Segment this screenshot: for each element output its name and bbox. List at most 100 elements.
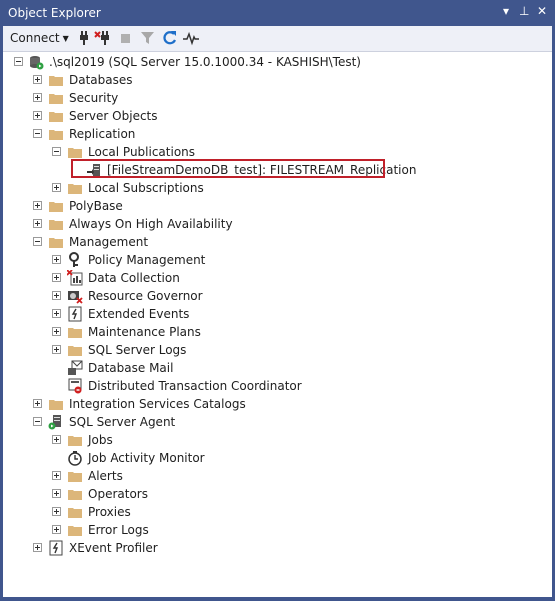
expand-toggle[interactable] xyxy=(52,309,61,318)
tree-node-label: Integration Services Catalogs xyxy=(69,397,246,411)
tree-node-always-on[interactable]: Always On High Availability xyxy=(3,215,543,233)
tree-node-label: XEvent Profiler xyxy=(69,541,158,555)
tree-node-label: .\sql2019 (SQL Server 15.0.1000.34 - KAS… xyxy=(49,55,361,69)
folder-icon xyxy=(67,432,83,448)
tree-node-data-collection[interactable]: Data Collection xyxy=(3,269,543,287)
tree-node-error-logs[interactable]: Error Logs xyxy=(3,521,543,539)
connect-button[interactable]: Connect ▼ xyxy=(10,31,69,45)
highlight-box xyxy=(71,159,385,178)
folder-icon xyxy=(48,126,64,142)
tree-node-label: Databases xyxy=(69,73,133,87)
expand-toggle[interactable] xyxy=(52,183,61,192)
expand-toggle[interactable] xyxy=(33,399,42,408)
job-activity-monitor-icon xyxy=(67,450,83,466)
expand-toggle[interactable] xyxy=(52,525,61,534)
expand-toggle[interactable] xyxy=(52,327,61,336)
tree-node-polybase[interactable]: PolyBase xyxy=(3,197,543,215)
folder-icon xyxy=(67,522,83,538)
tree-node-label: Job Activity Monitor xyxy=(88,451,205,465)
folder-icon xyxy=(67,504,83,520)
tree-node-label: Policy Management xyxy=(88,253,206,267)
expand-toggle[interactable] xyxy=(52,255,61,264)
collapse-toggle[interactable] xyxy=(14,57,23,66)
expand-toggle[interactable] xyxy=(52,507,61,516)
tree-node-policy-management[interactable]: Policy Management xyxy=(3,251,543,269)
filter-icon[interactable] xyxy=(139,29,157,47)
folder-icon xyxy=(48,108,64,124)
extended-events-icon xyxy=(67,306,83,322)
disconnect-icon[interactable] xyxy=(94,29,112,47)
collapse-toggle[interactable] xyxy=(33,129,42,138)
refresh-icon[interactable] xyxy=(161,29,179,47)
tree-node-label: Alerts xyxy=(88,469,123,483)
tree-node-jobs[interactable]: Jobs xyxy=(3,431,543,449)
tree-node-replication[interactable]: Replication xyxy=(3,125,543,143)
tree-node-label: PolyBase xyxy=(69,199,123,213)
xevent-profiler-icon xyxy=(48,540,64,556)
tree-node-extended-events[interactable]: Extended Events xyxy=(3,305,543,323)
tree-node-sql-server-agent[interactable]: SQL Server Agent xyxy=(3,413,543,431)
folder-icon xyxy=(48,216,64,232)
folder-icon xyxy=(48,90,64,106)
tree-node-label: Security xyxy=(69,91,119,105)
expand-toggle[interactable] xyxy=(33,219,42,228)
tree-node-server-objects[interactable]: Server Objects xyxy=(3,107,543,125)
tree-node-maintenance-plans[interactable]: Maintenance Plans xyxy=(3,323,543,341)
folder-icon xyxy=(48,72,64,88)
tree-node-operators[interactable]: Operators xyxy=(3,485,543,503)
tree-node-label: Always On High Availability xyxy=(69,217,233,231)
folder-icon xyxy=(67,486,83,502)
folder-icon xyxy=(67,342,83,358)
expand-toggle[interactable] xyxy=(33,543,42,552)
expand-toggle[interactable] xyxy=(52,273,61,282)
expand-toggle[interactable] xyxy=(33,75,42,84)
tree-node-label: Local Publications xyxy=(88,145,196,159)
tree-node-xevent-profiler[interactable]: XEvent Profiler xyxy=(3,539,543,557)
tree-node-alerts[interactable]: Alerts xyxy=(3,467,543,485)
expand-toggle[interactable] xyxy=(52,489,61,498)
auto-hide-pin-icon[interactable]: ⊥ xyxy=(519,4,529,18)
dtc-icon xyxy=(67,378,83,394)
tree-node-label: Replication xyxy=(69,127,136,141)
tree-node-server[interactable]: .\sql2019 (SQL Server 15.0.1000.34 - KAS… xyxy=(3,53,543,71)
tree-node-label: Server Objects xyxy=(69,109,158,123)
connect-label: Connect xyxy=(10,31,60,45)
tree-node-integration-services[interactable]: Integration Services Catalogs xyxy=(3,395,543,413)
expand-toggle[interactable] xyxy=(52,345,61,354)
expand-toggle[interactable] xyxy=(33,201,42,210)
tree-node-label: Management xyxy=(69,235,149,249)
close-icon[interactable]: ✕ xyxy=(537,4,547,18)
expand-toggle[interactable] xyxy=(52,471,61,480)
tree-node-management[interactable]: Management xyxy=(3,233,543,251)
tree-node-job-activity-monitor[interactable]: Job Activity Monitor xyxy=(3,449,543,467)
expand-toggle[interactable] xyxy=(52,435,61,444)
tree-node-dtc[interactable]: Distributed Transaction Coordinator xyxy=(3,377,543,395)
window-menu-icon[interactable]: ▾ xyxy=(503,4,509,18)
tree-node-database-mail[interactable]: Database Mail xyxy=(3,359,543,377)
tree-node-label: Operators xyxy=(88,487,148,501)
tree-node-local-subscriptions[interactable]: Local Subscriptions xyxy=(3,179,543,197)
expand-toggle[interactable] xyxy=(52,291,61,300)
database-mail-icon xyxy=(67,360,83,376)
collapse-toggle[interactable] xyxy=(33,417,42,426)
expand-toggle[interactable] xyxy=(33,93,42,102)
connect-plug-icon[interactable] xyxy=(74,29,92,47)
expand-toggle[interactable] xyxy=(33,111,42,120)
window-frame-bottom xyxy=(0,597,555,601)
collapse-toggle[interactable] xyxy=(33,237,42,246)
sql-agent-running-icon xyxy=(48,414,64,430)
tree-node-security[interactable]: Security xyxy=(3,89,543,107)
stop-icon[interactable] xyxy=(117,29,135,47)
server-running-icon xyxy=(28,54,44,70)
collapse-toggle[interactable] xyxy=(52,147,61,156)
tree-node-databases[interactable]: Databases xyxy=(3,71,543,89)
policy-icon xyxy=(67,252,83,268)
tree-node-resource-governor[interactable]: Resource Governor xyxy=(3,287,543,305)
tree-node-proxies[interactable]: Proxies xyxy=(3,503,543,521)
activity-monitor-icon[interactable] xyxy=(182,29,200,47)
tree-node-label: SQL Server Logs xyxy=(88,343,187,357)
tree-node-sql-server-logs[interactable]: SQL Server Logs xyxy=(3,341,543,359)
tree-node-label: Database Mail xyxy=(88,361,174,375)
folder-icon xyxy=(48,396,64,412)
object-explorer-tree: .\sql2019 (SQL Server 15.0.1000.34 - KAS… xyxy=(3,52,552,597)
